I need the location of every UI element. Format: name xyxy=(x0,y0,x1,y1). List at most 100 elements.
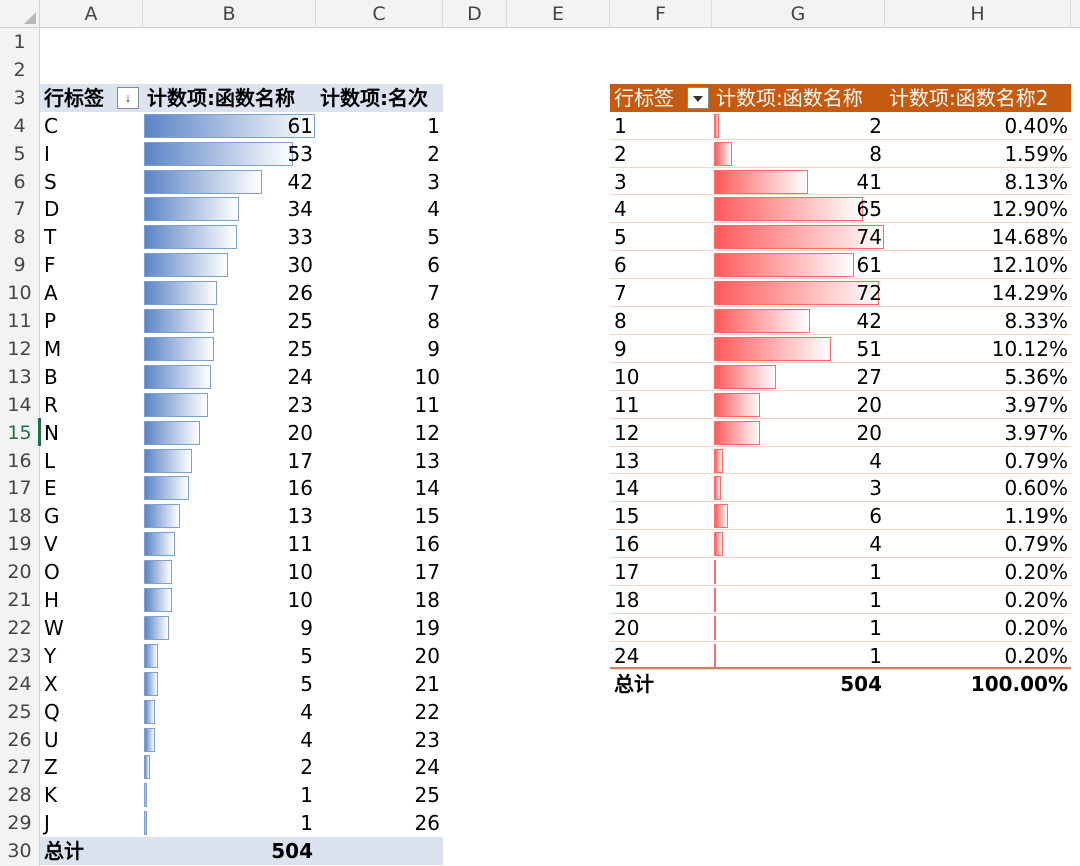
pivot2-total-count[interactable]: 504 xyxy=(712,670,882,698)
pivot2-count-value[interactable]: 2 xyxy=(712,112,882,140)
pivot2-row-label[interactable]: 17 xyxy=(610,558,710,586)
pivot2-row-label[interactable]: 14 xyxy=(610,474,710,502)
pivot1-row-label[interactable]: H xyxy=(40,586,140,614)
pivot2-pct-value[interactable]: 0.20% xyxy=(885,558,1068,586)
pivot1-count-value[interactable]: 5 xyxy=(143,670,313,698)
pivot2-row-label[interactable]: 9 xyxy=(610,335,710,363)
column-header-f[interactable]: F xyxy=(610,0,712,28)
pivot2-count-value[interactable]: 3 xyxy=(712,474,882,502)
row-header-4[interactable]: 4 xyxy=(0,112,39,140)
pivot1-row-label[interactable]: G xyxy=(40,502,140,530)
pivot1-count-value[interactable]: 26 xyxy=(143,279,313,307)
pivot1-row-label[interactable]: V xyxy=(40,530,140,558)
pivot2-row-label[interactable]: 10 xyxy=(610,363,710,391)
row-header-21[interactable]: 21 xyxy=(0,586,39,614)
pivot1-row-label[interactable]: P xyxy=(40,307,140,335)
pivot1-rank-value[interactable]: 3 xyxy=(316,168,440,196)
pivot1-count-value[interactable]: 17 xyxy=(143,447,313,475)
pivot2-pct-value[interactable]: 1.59% xyxy=(885,140,1068,168)
row-header-24[interactable]: 24 xyxy=(0,670,39,698)
row-header-16[interactable]: 16 xyxy=(0,447,39,475)
pivot2-count-value[interactable]: 61 xyxy=(712,251,882,279)
row-header-12[interactable]: 12 xyxy=(0,335,39,363)
pivot2-count-value[interactable]: 72 xyxy=(712,279,882,307)
pivot1-rank-value[interactable]: 12 xyxy=(316,419,440,447)
pivot1-row-label[interactable]: Z xyxy=(40,753,140,781)
pivot2-pct-value[interactable]: 8.13% xyxy=(885,168,1068,196)
pivot1-rank-value[interactable]: 6 xyxy=(316,251,440,279)
pivot2-row-label[interactable]: 13 xyxy=(610,447,710,475)
pivot2-row-label[interactable]: 3 xyxy=(610,168,710,196)
pivot1-row-label[interactable]: W xyxy=(40,614,140,642)
pivot1-row-label[interactable]: X xyxy=(40,670,140,698)
pivot1-count-value[interactable]: 25 xyxy=(143,307,313,335)
pivot1-row-label[interactable]: Q xyxy=(40,698,140,726)
pivot2-pct-value[interactable]: 8.33% xyxy=(885,307,1068,335)
pivot1-rank-value[interactable]: 22 xyxy=(316,698,440,726)
column-header-a[interactable]: A xyxy=(40,0,143,28)
pivot2-pct-value[interactable]: 5.36% xyxy=(885,363,1068,391)
pivot2-row-label[interactable]: 24 xyxy=(610,642,710,670)
pivot1-count-value[interactable]: 42 xyxy=(143,168,313,196)
pivot2-row-label[interactable]: 5 xyxy=(610,223,710,251)
pivot2-row-label[interactable]: 1 xyxy=(610,112,710,140)
pivot1-rank-value[interactable]: 2 xyxy=(316,140,440,168)
row-header-13[interactable]: 13 xyxy=(0,363,39,391)
pivot1-rank-value[interactable]: 19 xyxy=(316,614,440,642)
pivot1-count-value[interactable]: 9 xyxy=(143,614,313,642)
pivot1-row-label[interactable]: N xyxy=(40,419,140,447)
pivot1-rank-value[interactable]: 18 xyxy=(316,586,440,614)
pivot2-row-label[interactable]: 20 xyxy=(610,614,710,642)
pivot1-count-value[interactable]: 16 xyxy=(143,474,313,502)
row-header-9[interactable]: 9 xyxy=(0,251,39,279)
pivot2-pct-value[interactable]: 10.12% xyxy=(885,335,1068,363)
row-header-7[interactable]: 7 xyxy=(0,195,39,223)
pivot2-row-label[interactable]: 6 xyxy=(610,251,710,279)
pivot2-row-label[interactable]: 7 xyxy=(610,279,710,307)
pivot1-count-value[interactable]: 23 xyxy=(143,391,313,419)
pivot2-row-label[interactable]: 15 xyxy=(610,502,710,530)
sort-descending-icon[interactable]: ↓ xyxy=(117,86,139,109)
pivot2-pct-value[interactable]: 0.20% xyxy=(885,642,1068,670)
pivot1-total-count[interactable]: 504 xyxy=(143,837,313,865)
pivot2-pct-value[interactable]: 14.68% xyxy=(885,223,1068,251)
pivot1-row-label[interactable]: I xyxy=(40,140,140,168)
row-header-29[interactable]: 29 xyxy=(0,809,39,837)
pivot1-rank-value[interactable]: 26 xyxy=(316,809,440,837)
row-header-19[interactable]: 19 xyxy=(0,530,39,558)
pivot1-count-value[interactable]: 61 xyxy=(143,112,313,140)
row-header-22[interactable]: 22 xyxy=(0,614,39,642)
pivot1-row-label[interactable]: L xyxy=(40,447,140,475)
pivot1-count-value[interactable]: 20 xyxy=(143,419,313,447)
row-header-30[interactable]: 30 xyxy=(0,837,39,865)
pivot2-count-value[interactable]: 1 xyxy=(712,558,882,586)
pivot2-count-value[interactable]: 65 xyxy=(712,195,882,223)
pivot1-rank-value[interactable]: 24 xyxy=(316,753,440,781)
row-header-2[interactable]: 2 xyxy=(0,56,39,84)
row-header-25[interactable]: 25 xyxy=(0,698,39,726)
row-header-18[interactable]: 18 xyxy=(0,502,39,530)
pivot1-rank-value[interactable]: 20 xyxy=(316,642,440,670)
row-header-26[interactable]: 26 xyxy=(0,726,39,754)
pivot1-row-label[interactable]: Y xyxy=(40,642,140,670)
pivot2-pct-value[interactable]: 12.10% xyxy=(885,251,1068,279)
pivot1-row-label[interactable]: M xyxy=(40,335,140,363)
pivot1-row-label[interactable]: F xyxy=(40,251,140,279)
pivot2-row-label[interactable]: 4 xyxy=(610,195,710,223)
pivot2-count-value[interactable]: 41 xyxy=(712,168,882,196)
pivot1-rank-value[interactable]: 13 xyxy=(316,447,440,475)
pivot2-pct-value[interactable]: 3.97% xyxy=(885,419,1068,447)
row-header-11[interactable]: 11 xyxy=(0,307,39,335)
pivot2-pct-value[interactable]: 0.79% xyxy=(885,447,1068,475)
row-header-6[interactable]: 6 xyxy=(0,168,39,196)
pivot2-count-value[interactable]: 8 xyxy=(712,140,882,168)
pivot1-rank-value[interactable]: 15 xyxy=(316,502,440,530)
pivot1-count-value[interactable]: 4 xyxy=(143,698,313,726)
pivot1-count-value[interactable]: 30 xyxy=(143,251,313,279)
row-header-5[interactable]: 5 xyxy=(0,140,39,168)
pivot2-total-pct[interactable]: 100.00% xyxy=(885,670,1068,698)
pivot2-count-value[interactable]: 27 xyxy=(712,363,882,391)
pivot1-rank-value[interactable]: 9 xyxy=(316,335,440,363)
pivot1-count-value[interactable]: 13 xyxy=(143,502,313,530)
pivot1-rank-value[interactable]: 25 xyxy=(316,781,440,809)
